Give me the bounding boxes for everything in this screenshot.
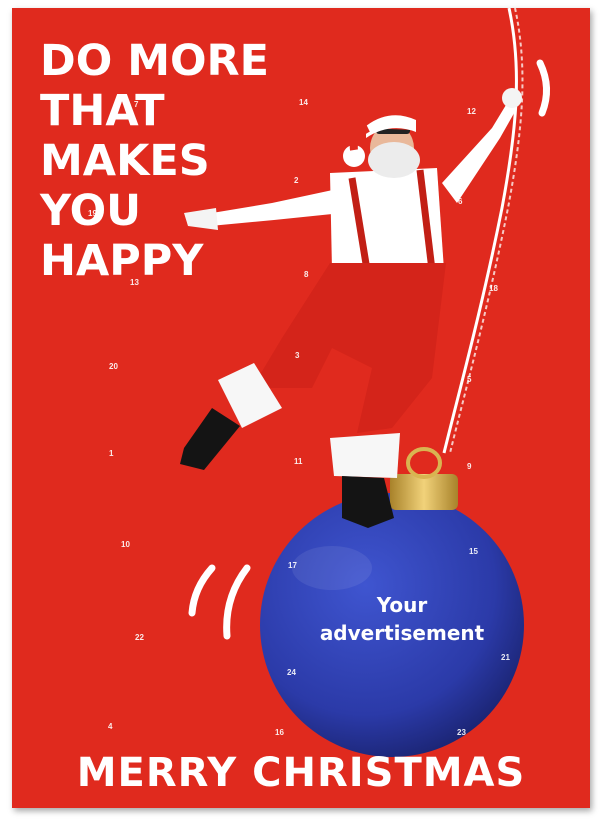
door-number: 2: [294, 176, 299, 185]
ornament-cap: [390, 474, 458, 510]
footer-greeting: MERRY CHRISTMAS: [76, 750, 526, 796]
door-number: 12: [467, 107, 476, 116]
door-number: 20: [109, 362, 118, 371]
headline-line-4: YOU: [40, 186, 142, 236]
door-number: 7: [134, 100, 139, 109]
door-number: 4: [108, 722, 113, 731]
door-number: 9: [467, 462, 472, 471]
door-number: 18: [489, 284, 498, 293]
advent-calendar-card: DO MORE THAT MAKES YOU HAPPY 14 12 7 2 6…: [12, 8, 590, 808]
door-number: 21: [501, 653, 510, 662]
headline-line-1: DO MORE: [40, 36, 270, 86]
door-number: 15: [469, 547, 478, 556]
door-number: 5: [467, 375, 472, 384]
door-number: 11: [294, 457, 303, 466]
advertisement-text: Your advertisement: [292, 591, 512, 647]
door-number: 14: [299, 98, 308, 107]
door-number: 16: [275, 728, 284, 737]
headline-line-5: HAPPY: [40, 236, 204, 286]
rope: [442, 8, 524, 454]
ornament-hook: [406, 447, 442, 479]
door-number: 10: [121, 540, 130, 549]
advertisement-line-2: advertisement: [319, 621, 485, 645]
door-number: 17: [288, 561, 297, 570]
door-number: 19: [88, 209, 97, 218]
door-number: 13: [130, 278, 139, 287]
door-number: 6: [458, 197, 463, 206]
headline-line-3: MAKES: [40, 136, 210, 186]
door-number: 1: [109, 449, 114, 458]
door-number: 3: [295, 351, 300, 360]
door-number: 8: [304, 270, 309, 279]
headline: DO MORE THAT MAKES YOU HAPPY: [40, 36, 269, 286]
advertisement-line-1: Your: [376, 593, 428, 617]
door-number: 22: [135, 633, 144, 642]
headline-line-2: THAT: [40, 86, 165, 136]
door-number: 24: [287, 668, 296, 677]
door-number: 23: [457, 728, 466, 737]
